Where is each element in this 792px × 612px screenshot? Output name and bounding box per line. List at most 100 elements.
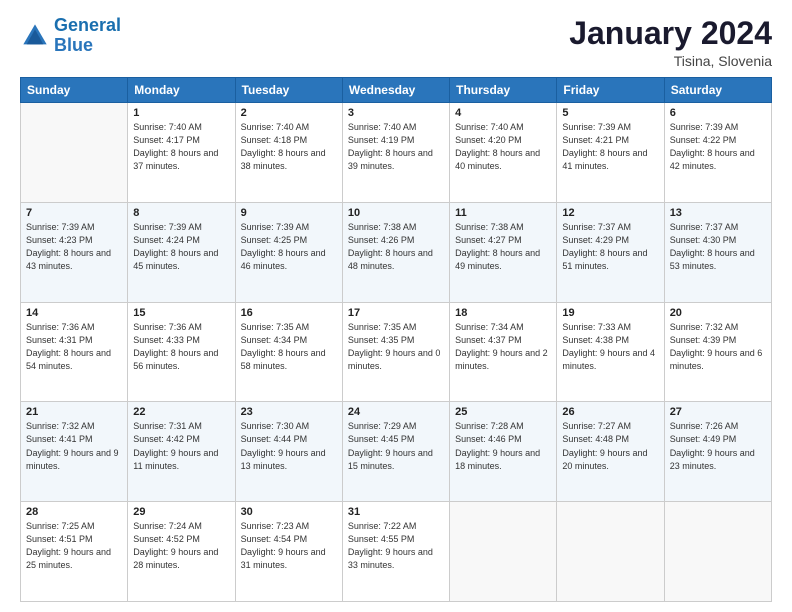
table-row: 14 Sunrise: 7:36 AMSunset: 4:31 PMDayligh… (21, 302, 128, 402)
table-row: 31Sunrise: 7:22 AMSunset: 4:55 PMDayligh… (342, 502, 449, 602)
table-row: 23Sunrise: 7:30 AMSunset: 4:44 PMDayligh… (235, 402, 342, 502)
table-row: 10 Sunrise: 7:38 AMSunset: 4:26 PMDayligh… (342, 202, 449, 302)
table-row: 7 Sunrise: 7:39 AMSunset: 4:23 PMDaylight… (21, 202, 128, 302)
day-number: 13 (670, 207, 766, 219)
day-info: Sunrise: 7:27 AMSunset: 4:48 PMDaylight:… (562, 420, 658, 472)
calendar-week-5: 28 Sunrise: 7:25 AMSunset: 4:51 PMDayligh… (21, 502, 772, 602)
day-info: Sunrise: 7:33 AMSunset: 4:38 PMDaylight:… (562, 321, 658, 373)
day-number: 27 (670, 406, 766, 418)
logo-text: General Blue (54, 16, 121, 56)
day-number: 24 (348, 406, 444, 418)
day-info: Sunrise: 7:26 AMSunset: 4:49 PMDaylight:… (670, 420, 766, 472)
table-row: 17Sunrise: 7:35 AMSunset: 4:35 PMDayligh… (342, 302, 449, 402)
table-row (557, 502, 664, 602)
day-info: Sunrise: 7:31 AMSunset: 4:42 PMDaylight:… (133, 420, 229, 472)
day-number: 19 (562, 307, 658, 319)
day-number: 30 (241, 506, 337, 518)
logo: General Blue (20, 16, 121, 56)
day-info: Sunrise: 7:25 AMSunset: 4:51 PMDaylight:… (26, 520, 122, 572)
calendar-week-3: 14 Sunrise: 7:36 AMSunset: 4:31 PMDayligh… (21, 302, 772, 402)
day-number: 31 (348, 506, 444, 518)
day-number: 29 (133, 506, 229, 518)
day-number: 16 (241, 307, 337, 319)
table-row: 4Sunrise: 7:40 AMSunset: 4:20 PMDaylight… (450, 103, 557, 203)
day-number: 22 (133, 406, 229, 418)
logo-icon (20, 21, 50, 51)
col-saturday: Saturday (664, 78, 771, 103)
col-thursday: Thursday (450, 78, 557, 103)
calendar-header-row: Sunday Monday Tuesday Wednesday Thursday… (21, 78, 772, 103)
table-row: 8 Sunrise: 7:39 AMSunset: 4:24 PMDaylight… (128, 202, 235, 302)
day-info: Sunrise: 7:39 AMSunset: 4:25 PMDaylight:… (241, 221, 337, 273)
day-number: 6 (670, 107, 766, 119)
table-row: 28 Sunrise: 7:25 AMSunset: 4:51 PMDayligh… (21, 502, 128, 602)
table-row: 22 Sunrise: 7:31 AMSunset: 4:42 PMDayligh… (128, 402, 235, 502)
calendar-week-2: 7 Sunrise: 7:39 AMSunset: 4:23 PMDaylight… (21, 202, 772, 302)
day-number: 12 (562, 207, 658, 219)
day-info: Sunrise: 7:39 AMSunset: 4:24 PMDaylight:… (133, 221, 229, 273)
table-row (21, 103, 128, 203)
table-row: 11 Sunrise: 7:38 AMSunset: 4:27 PMDayligh… (450, 202, 557, 302)
day-number: 8 (133, 207, 229, 219)
day-info: Sunrise: 7:39 AMSunset: 4:22 PMDaylight:… (670, 121, 766, 173)
day-info: Sunrise: 7:35 AMSunset: 4:34 PMDaylight:… (241, 321, 337, 373)
day-number: 3 (348, 107, 444, 119)
title-block: January 2024 Tisina, Slovenia (569, 16, 772, 69)
table-row: 24 Sunrise: 7:29 AMSunset: 4:45 PMDayligh… (342, 402, 449, 502)
day-number: 2 (241, 107, 337, 119)
table-row: 6 Sunrise: 7:39 AMSunset: 4:22 PMDaylight… (664, 103, 771, 203)
day-info: Sunrise: 7:38 AMSunset: 4:26 PMDaylight:… (348, 221, 444, 273)
table-row: 29 Sunrise: 7:24 AMSunset: 4:52 PMDayligh… (128, 502, 235, 602)
calendar-week-4: 21 Sunrise: 7:32 AMSunset: 4:41 PMDayligh… (21, 402, 772, 502)
month-year: January 2024 (569, 16, 772, 51)
day-number: 28 (26, 506, 122, 518)
day-number: 17 (348, 307, 444, 319)
day-info: Sunrise: 7:24 AMSunset: 4:52 PMDaylight:… (133, 520, 229, 572)
day-info: Sunrise: 7:36 AMSunset: 4:33 PMDaylight:… (133, 321, 229, 373)
day-number: 11 (455, 207, 551, 219)
day-number: 20 (670, 307, 766, 319)
table-row: 20 Sunrise: 7:32 AMSunset: 4:39 PMDayligh… (664, 302, 771, 402)
col-monday: Monday (128, 78, 235, 103)
table-row: 19 Sunrise: 7:33 AMSunset: 4:38 PMDayligh… (557, 302, 664, 402)
table-row: 30Sunrise: 7:23 AMSunset: 4:54 PMDayligh… (235, 502, 342, 602)
day-info: Sunrise: 7:29 AMSunset: 4:45 PMDaylight:… (348, 420, 444, 472)
table-row: 26 Sunrise: 7:27 AMSunset: 4:48 PMDayligh… (557, 402, 664, 502)
table-row: 21 Sunrise: 7:32 AMSunset: 4:41 PMDayligh… (21, 402, 128, 502)
day-info: Sunrise: 7:40 AMSunset: 4:17 PMDaylight:… (133, 121, 229, 173)
logo-general: General (54, 15, 121, 35)
table-row: 5Sunrise: 7:39 AMSunset: 4:21 PMDaylight… (557, 103, 664, 203)
table-row: 12 Sunrise: 7:37 AMSunset: 4:29 PMDayligh… (557, 202, 664, 302)
table-row: 3 Sunrise: 7:40 AMSunset: 4:19 PMDaylight… (342, 103, 449, 203)
day-info: Sunrise: 7:36 AMSunset: 4:31 PMDaylight:… (26, 321, 122, 373)
day-info: Sunrise: 7:32 AMSunset: 4:39 PMDaylight:… (670, 321, 766, 373)
calendar-table: Sunday Monday Tuesday Wednesday Thursday… (20, 77, 772, 602)
day-info: Sunrise: 7:38 AMSunset: 4:27 PMDaylight:… (455, 221, 551, 273)
table-row: 27 Sunrise: 7:26 AMSunset: 4:49 PMDayligh… (664, 402, 771, 502)
day-number: 14 (26, 307, 122, 319)
day-info: Sunrise: 7:28 AMSunset: 4:46 PMDaylight:… (455, 420, 551, 472)
day-number: 18 (455, 307, 551, 319)
table-row: 15Sunrise: 7:36 AMSunset: 4:33 PMDayligh… (128, 302, 235, 402)
table-row: 18Sunrise: 7:34 AMSunset: 4:37 PMDayligh… (450, 302, 557, 402)
col-friday: Friday (557, 78, 664, 103)
day-info: Sunrise: 7:40 AMSunset: 4:18 PMDaylight:… (241, 121, 337, 173)
col-tuesday: Tuesday (235, 78, 342, 103)
day-number: 10 (348, 207, 444, 219)
day-info: Sunrise: 7:37 AMSunset: 4:29 PMDaylight:… (562, 221, 658, 273)
day-number: 21 (26, 406, 122, 418)
table-row: 2 Sunrise: 7:40 AMSunset: 4:18 PMDaylight… (235, 103, 342, 203)
day-info: Sunrise: 7:32 AMSunset: 4:41 PMDaylight:… (26, 420, 122, 472)
day-number: 7 (26, 207, 122, 219)
day-number: 23 (241, 406, 337, 418)
page: General Blue January 2024 Tisina, Sloven… (0, 0, 792, 612)
col-wednesday: Wednesday (342, 78, 449, 103)
day-info: Sunrise: 7:40 AMSunset: 4:19 PMDaylight:… (348, 121, 444, 173)
table-row: 1Sunrise: 7:40 AMSunset: 4:17 PMDaylight… (128, 103, 235, 203)
day-number: 26 (562, 406, 658, 418)
logo-blue: Blue (54, 35, 93, 55)
day-info: Sunrise: 7:37 AMSunset: 4:30 PMDaylight:… (670, 221, 766, 273)
day-number: 4 (455, 107, 551, 119)
day-info: Sunrise: 7:39 AMSunset: 4:23 PMDaylight:… (26, 221, 122, 273)
header: General Blue January 2024 Tisina, Sloven… (20, 16, 772, 69)
